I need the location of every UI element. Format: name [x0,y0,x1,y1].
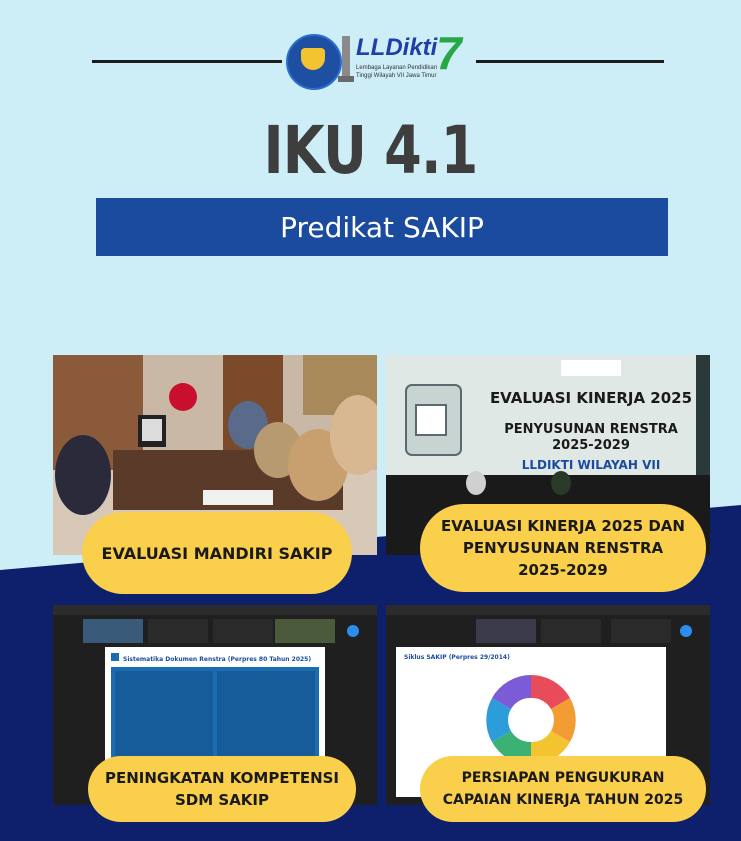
slide-title-2: Siklus SAKIP (Perpres 29/2014) [404,654,510,661]
label-peningkatan-kompetensi: PENINGKATAN KOMPETENSI SDM SAKIP [88,756,356,822]
label-line: PENINGKATAN KOMPETENSI [104,769,340,787]
header-rule-left [92,60,282,63]
page-title: IKU 4.1 [263,112,478,189]
label-line: PENYUSUNAN RENSTRA [462,539,664,557]
monument-icon [338,36,354,82]
logo-wordmark: LLDikti [356,34,438,61]
tut-wuri-emblem-icon [286,34,342,90]
stage-banner-org: LLDIKTI WILAYAH VII [522,458,661,472]
subtitle-banner: Predikat SAKIP [96,198,668,256]
banner-text: Predikat SAKIP [280,210,484,244]
slide-title: Sistematika Dokumen Renstra (Perpres 80 … [123,656,311,663]
label-evaluasi-kinerja: EVALUASI KINERJA 2025 DAN PENYUSUNAN REN… [420,504,706,592]
label-line: 2025-2029 [518,561,608,579]
lldikti-logo: LLDikti 7 Lembaga Layanan Pendidikan Tin… [286,27,476,90]
label-line: CAPAIAN KINERJA TAHUN 2025 [442,792,684,808]
stage-banner-title: EVALUASI KINERJA 2025 [490,389,692,407]
stage-banner-years: 2025-2029 [552,438,630,453]
label-line: PERSIAPAN PENGUKURAN [461,770,665,786]
label-evaluasi-mandiri: EVALUASI MANDIRI SAKIP [82,512,352,594]
stage-banner-subtitle: PENYUSUNAN RENSTRA [504,422,678,437]
label-line: EVALUASI MANDIRI SAKIP [101,543,333,563]
header-rule-right [476,60,664,63]
logo-subtitle: Lembaga Layanan Pendidikan Tinggi Wilaya… [356,65,438,79]
label-line: EVALUASI KINERJA 2025 DAN [441,517,685,535]
label-persiapan-pengukuran: PERSIAPAN PENGUKURAN CAPAIAN KINERJA TAH… [420,756,706,822]
poster: LLDikti 7 Lembaga Layanan Pendidikan Tin… [0,0,741,841]
label-line: SDM SAKIP [174,791,269,809]
